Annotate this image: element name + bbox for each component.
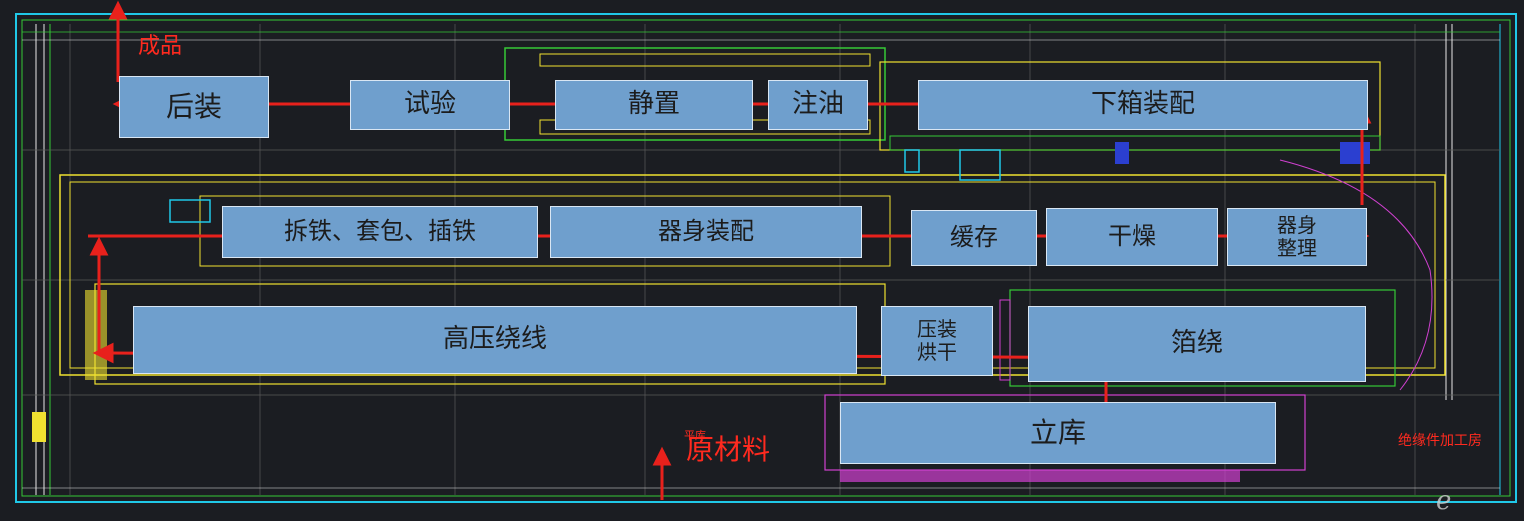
zone-chaitie-taobao-chatie: 拆铁、套包、插铁 [222, 206, 538, 258]
zone-xiaxiang-zhuangpei: 下箱装配 [918, 80, 1368, 130]
zone-zhuyou: 注油 [768, 80, 868, 130]
zone-gaoya-raoxian: 高压绕线 [133, 306, 857, 374]
zone-qishen-zhuangpei: 器身装配 [550, 206, 862, 258]
zone-jingzhi: 静置 [555, 80, 753, 130]
zone-houzhuang: 后装 [119, 76, 269, 138]
zone-huancun: 缓存 [911, 210, 1037, 266]
label-pingku: 平库 [684, 429, 706, 442]
e-watermark-icon: e [1436, 486, 1452, 516]
factory-layout-diagram: 后装 试验 静置 注油 下箱装配 拆铁、套包、插铁 器身装配 缓存 干燥 器身 … [0, 0, 1524, 521]
zone-qishen-zhengli: 器身 整理 [1227, 208, 1367, 266]
zone-yazhuang-honggan: 压装 烘干 [881, 306, 993, 376]
label-chengpin: 成品 [138, 34, 183, 59]
zone-ganzao: 干燥 [1046, 208, 1218, 266]
zone-liku: 立库 [840, 402, 1276, 464]
label-jueyuan-jiagongfang: 绝缘件加工房 [1398, 433, 1482, 449]
zone-shiyan: 试验 [350, 80, 510, 130]
zone-boraо: 箔绕 [1028, 306, 1366, 382]
